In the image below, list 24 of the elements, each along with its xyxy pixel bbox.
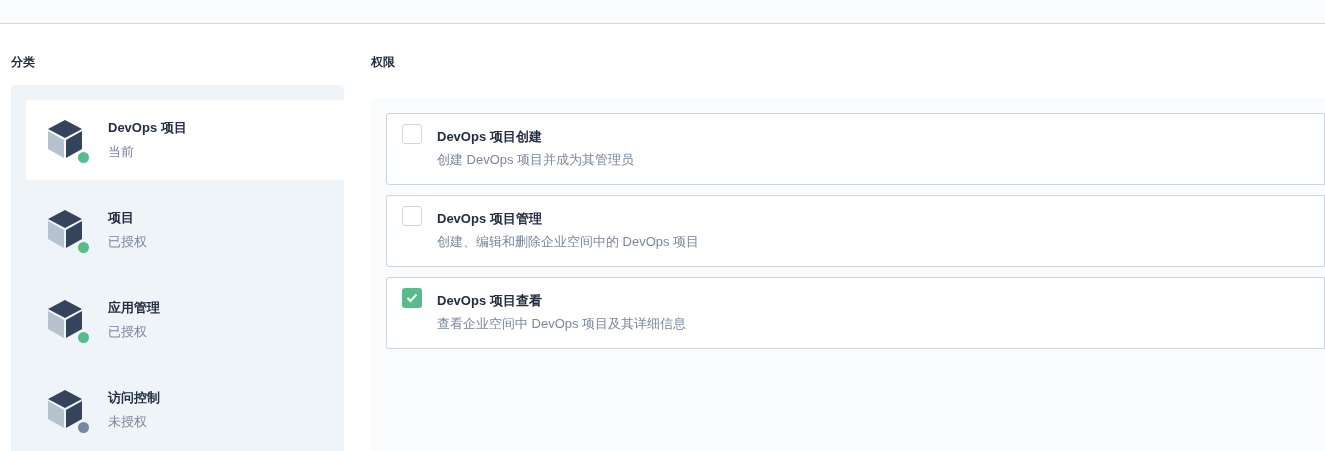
category-name: DevOps 项目: [108, 119, 187, 137]
permission-title: DevOps 项目管理: [437, 210, 543, 228]
category-item[interactable]: DevOps 项目 当前: [26, 100, 344, 180]
permission-title: DevOps 项目创建: [437, 128, 543, 146]
permission-description: 创建 DevOps 项目并成为其管理员: [437, 151, 635, 169]
category-name: 项目: [108, 209, 135, 227]
category-status: 已授权: [108, 233, 147, 251]
checkbox[interactable]: [402, 288, 422, 308]
permission-description: 查看企业空间中 DevOps 项目及其详细信息: [437, 315, 687, 333]
category-name: 访问控制: [108, 389, 160, 407]
category-status: 未授权: [108, 413, 148, 431]
category-item[interactable]: 应用管理 已授权: [26, 280, 344, 360]
category-status: 已授权: [108, 323, 148, 341]
category-item[interactable]: 访问控制 未授权: [26, 370, 344, 450]
category-name: 应用管理: [108, 299, 160, 317]
category-item[interactable]: 项目 已授权: [26, 190, 344, 270]
permission-description: 创建、编辑和删除企业空间中的 DevOps 项目: [437, 233, 700, 251]
checkbox[interactable]: [402, 206, 422, 226]
checkbox[interactable]: [402, 124, 422, 144]
category-status: 当前: [108, 143, 135, 161]
section-heading: 分类: [11, 54, 35, 71]
check-icon: [406, 293, 418, 303]
permission-title: DevOps 项目查看: [437, 292, 543, 310]
section-heading: 权限: [371, 54, 395, 71]
